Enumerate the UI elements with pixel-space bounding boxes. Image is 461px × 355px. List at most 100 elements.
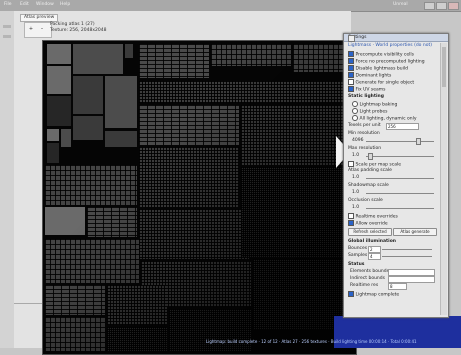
radio-icon[interactable] [352,101,358,107]
checkbox-icon[interactable] [348,58,354,64]
checkbox-label: Precompute visibility cells [355,52,415,58]
checkbox-row[interactable]: Dominant lights [348,72,392,79]
scale-label[interactable]: Scale per map scale [348,161,401,168]
close-icon[interactable] [348,35,355,42]
checkbox-icon[interactable] [348,161,354,167]
radio-label: Lightmap baking [359,102,398,108]
checkbox-icon[interactable] [348,220,354,226]
realtime-override-row[interactable]: Realtime overrides [348,213,398,220]
atlas-generate-button[interactable]: Atlas generate [393,228,437,236]
minimize-icon[interactable] [424,2,435,10]
maximize-icon[interactable] [436,2,447,10]
menu-edit[interactable]: Edit [20,2,29,8]
viewer-tab[interactable]: Atlas preview [20,14,59,22]
scale-label-text: Scale per map scale [355,162,401,168]
max-res-slider-handle[interactable] [368,153,373,160]
checkbox-icon[interactable] [348,213,354,219]
texel-input[interactable]: 256 [386,123,419,130]
zoom-in-button[interactable]: + [28,26,34,32]
atlas-tile [105,131,137,147]
checkbox-row[interactable]: Disable lightmass build [348,65,408,72]
menu-help[interactable]: Help [60,2,70,8]
bounces-slider-track[interactable] [382,249,432,250]
header-link[interactable]: Lightmass · World properties (do not) [348,43,432,49]
atlas-tile [73,44,123,74]
radio-row[interactable]: Lightmap baking [352,101,398,108]
checkbox-icon[interactable] [348,51,354,57]
checkbox-label: Fix UV seams [355,87,386,93]
window-label: Unreal [393,2,408,7]
atlas-tile [47,66,71,94]
radio-row[interactable]: All lighting, dynamic only [352,115,417,122]
atlas-tile [47,96,71,126]
lightmap-atlas-image[interactable] [42,40,357,355]
menu-window[interactable]: Window [36,2,54,8]
zoom-out-button[interactable]: – [39,26,45,32]
max-res-slider-track[interactable] [366,156,434,157]
radio-label: Light probes [359,109,388,115]
min-res-slider-track[interactable] [366,141,434,142]
scrollbar-thumb[interactable] [442,47,446,87]
refresh-selected-button[interactable]: Refresh selected [348,228,392,236]
occlusion-slider-track[interactable] [366,208,434,209]
checkbox-icon[interactable] [348,291,354,297]
checkbox-row[interactable]: Precompute visibility cells [348,51,415,58]
samples-input[interactable]: 4 [368,253,381,260]
radio-label: All lighting, dynamic only [359,116,417,122]
atlas-region [139,147,239,207]
status-label: Realtime res [350,283,379,288]
checkbox-row[interactable]: Fix UV seams [348,86,386,93]
dock-grip-icon[interactable] [3,35,11,38]
close-icon[interactable] [448,2,459,10]
checkbox-label: Disable lightmass build [355,66,408,72]
radio-icon[interactable] [352,108,358,114]
checkbox-row[interactable]: Generate for single object [348,79,415,86]
atlas-tile [125,44,133,58]
checkbox-icon[interactable] [348,86,354,92]
checkbox-icon[interactable] [348,65,354,71]
status-field[interactable] [388,269,435,276]
atlas-region [139,44,209,78]
status-bar-text: Lightmap: build complete · 12 of 12 · At… [206,339,417,344]
atlas-tile [47,44,71,64]
occlusion-value: 1.0 [352,205,360,210]
checkbox-label: Generate for single object [355,80,415,86]
atlas-tile [105,76,137,128]
checkbox-row[interactable]: Force no precomputed lighting [348,58,425,65]
atlas-tile [61,129,71,147]
checkbox-icon[interactable] [348,72,354,78]
allow-override-row[interactable]: Allow override [348,220,388,227]
atlas-tile [47,143,59,163]
atlas-region [211,44,291,66]
checkbox-label: Dominant lights [355,73,392,79]
samples-slider-track[interactable] [382,256,432,257]
quality-value: 1.0 [352,190,360,195]
atlas-region [139,105,239,145]
bounces-label: Bounces [348,246,368,251]
samples-label: Samples [348,253,368,258]
section-heading: Static lighting [348,94,384,99]
min-res-slider-handle[interactable] [416,138,421,145]
status-field[interactable]: 8 [388,283,407,290]
panel-titlebar[interactable]: Settings [344,34,448,42]
occlusion-label: Occlusion scale [348,198,383,203]
radio-row[interactable]: Light probes [352,108,388,115]
dock-grip-icon[interactable] [3,25,11,28]
checkbox-icon[interactable] [348,79,354,85]
padding-slider-track[interactable] [366,178,434,179]
bounces-input[interactable]: 2 [368,246,381,253]
max-res-value: 1.0 [352,153,360,158]
menu-file[interactable]: File [4,2,12,8]
radio-icon[interactable] [352,115,358,121]
status-field[interactable] [388,276,435,283]
atlas-region [139,81,353,103]
lightmap-complete-row[interactable]: Lightmap complete [348,291,399,298]
quality-slider-track[interactable] [366,193,434,194]
atlas-region [139,209,249,259]
viewer-zoom-controls: + – [24,22,52,38]
atlas-region [87,207,137,237]
panel-scrollbar[interactable] [440,43,447,315]
atlas-region [107,285,167,325]
atlas-region [45,285,105,315]
viewer-info-line: Texture: 256, 2048x2048 [50,28,107,33]
